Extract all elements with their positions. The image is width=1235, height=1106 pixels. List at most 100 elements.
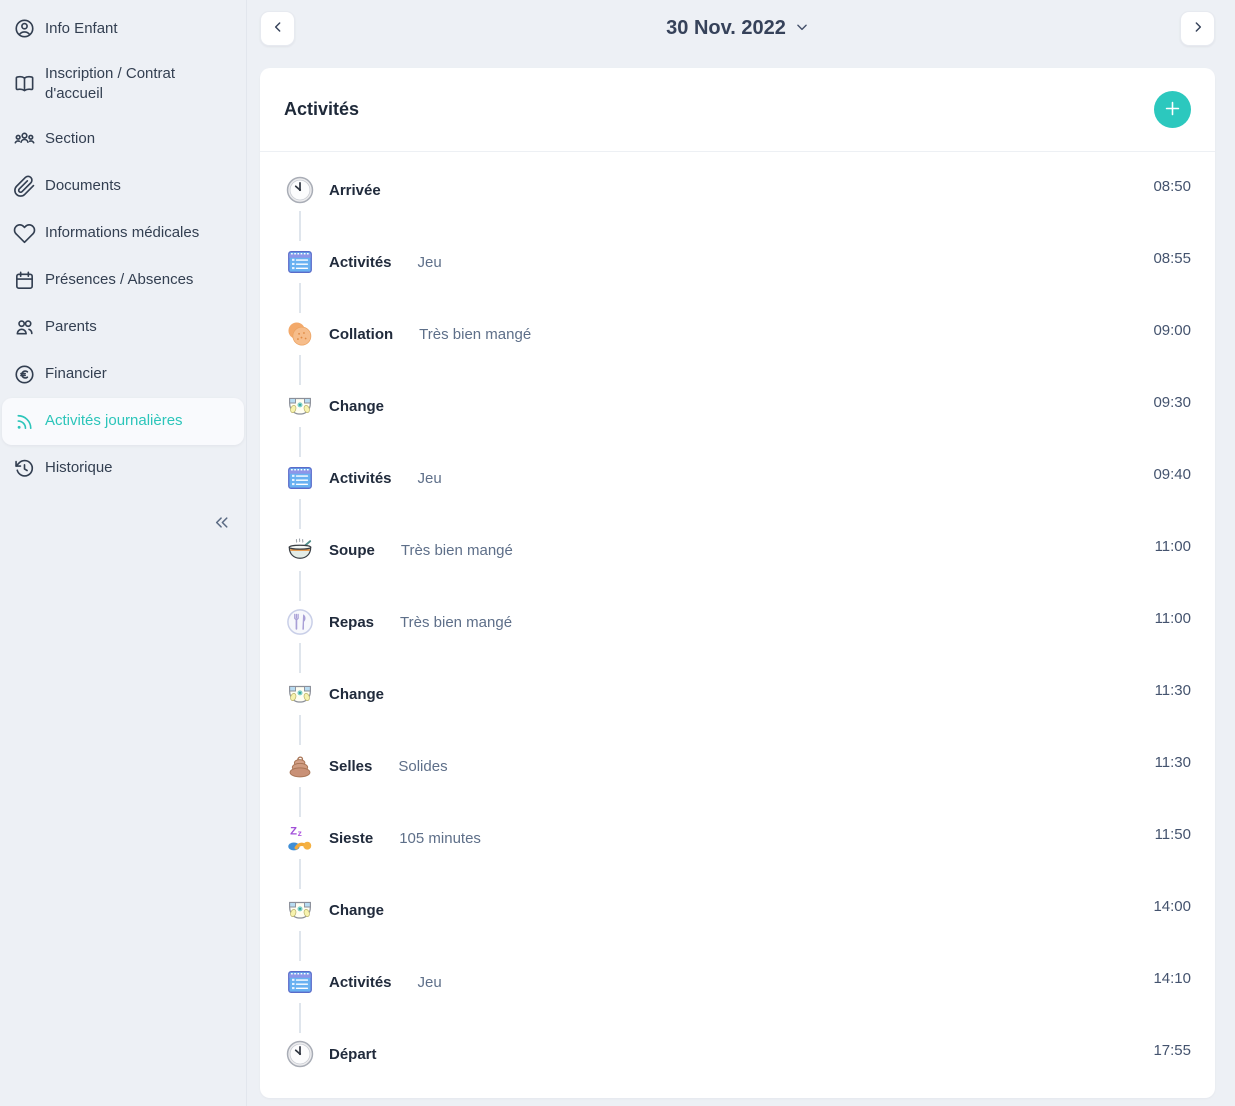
sidebar-nav: Info Enfant Inscription / Contrat d'accue… <box>0 5 246 492</box>
activity-time: 11:00 <box>1155 610 1191 627</box>
sidebar-item-info-enfant[interactable]: Info Enfant <box>2 5 244 52</box>
activity-label: Change <box>329 902 384 919</box>
activity-label: Sieste <box>329 830 373 847</box>
activity-label: Repas <box>329 614 374 631</box>
activity-row-selles[interactable]: Selles Solides 11:30 <box>284 730 1191 802</box>
activity-time: 11:30 <box>1155 754 1191 771</box>
activity-list-icon <box>284 966 316 998</box>
activity-time: 09:40 <box>1153 466 1191 483</box>
plus-icon <box>1163 99 1182 121</box>
main-content: 30 Nov. 2022 Activités Arrivé <box>247 0 1235 1106</box>
sidebar-item-activites-journalieres[interactable]: Activités journalières <box>2 398 244 445</box>
activity-time: 17:55 <box>1153 1042 1191 1059</box>
activities-card-header: Activités <box>260 68 1215 152</box>
activity-row-change[interactable]: Change 09:30 <box>284 370 1191 442</box>
sleep-icon: Zz <box>284 822 316 854</box>
sidebar-item-label: Financier <box>45 364 107 384</box>
chevron-right-icon <box>1190 19 1206 38</box>
activity-time: 11:00 <box>1155 538 1191 555</box>
activity-row-activites[interactable]: ActivitésJeu09:40 <box>284 442 1191 514</box>
chevron-down-icon <box>795 17 809 40</box>
sidebar-item-label: Info Enfant <box>45 19 118 39</box>
activity-row-change[interactable]: Change 11:30 <box>284 658 1191 730</box>
activity-label: Collation <box>329 326 393 343</box>
diaper-icon <box>284 894 316 926</box>
svg-text:z: z <box>298 828 302 838</box>
activity-detail: Jeu <box>418 470 442 487</box>
euro-circle-icon <box>13 363 36 386</box>
activity-time: 11:30 <box>1155 682 1191 699</box>
activity-detail: 105 minutes <box>399 830 481 847</box>
sidebar-item-parents[interactable]: Parents <box>2 304 244 351</box>
rss-icon <box>13 410 36 433</box>
sidebar-item-documents[interactable]: Documents <box>2 163 244 210</box>
activity-label: Change <box>329 686 384 703</box>
sidebar-item-informations-medicales[interactable]: Informations médicales <box>2 210 244 257</box>
sidebar-item-label: Informations médicales <box>45 223 199 243</box>
activity-row-collation[interactable]: CollationTrès bien mangé09:00 <box>284 298 1191 370</box>
diaper-icon <box>284 390 316 422</box>
diaper-icon <box>284 678 316 710</box>
calendar-icon <box>13 269 36 292</box>
activity-row-activites[interactable]: ActivitésJeu08:55 <box>284 226 1191 298</box>
clock-icon <box>284 1038 316 1070</box>
soup-icon <box>284 534 316 566</box>
activity-detail: Très bien mangé <box>401 542 513 559</box>
chevrons-left-icon <box>211 512 232 538</box>
activity-time: 09:30 <box>1153 394 1191 411</box>
date-navigation: 30 Nov. 2022 <box>260 10 1215 46</box>
sidebar-item-label: Parents <box>45 317 97 337</box>
svg-text:Z: Z <box>290 826 297 838</box>
activity-detail: Solides <box>398 758 447 775</box>
sidebar-item-label: Inscription / Contrat d'accueil <box>45 64 234 104</box>
meal-icon <box>284 606 316 638</box>
activity-list-icon <box>284 246 316 278</box>
sidebar-collapse-button[interactable] <box>0 506 246 544</box>
book-open-icon <box>13 72 36 95</box>
add-activity-button[interactable] <box>1154 91 1191 128</box>
activity-row-change[interactable]: Change 14:00 <box>284 874 1191 946</box>
cookie-icon <box>284 318 316 350</box>
activity-row-arrivee[interactable]: Arrivée08:50 <box>284 154 1191 226</box>
activity-label: Activités <box>329 974 392 991</box>
activity-time: 11:50 <box>1155 826 1191 843</box>
activity-label: Change <box>329 398 384 415</box>
activity-row-soupe[interactable]: Soupe Très bien mangé 11:00 <box>284 514 1191 586</box>
parents-icon <box>13 316 36 339</box>
chevron-left-icon <box>270 19 286 38</box>
poop-icon <box>284 750 316 782</box>
next-day-button[interactable] <box>1180 11 1215 46</box>
activity-row-depart[interactable]: Départ 17:55 <box>284 1018 1191 1090</box>
activity-label: Selles <box>329 758 372 775</box>
activity-label: Départ <box>329 1046 377 1063</box>
people-group-icon <box>13 128 36 151</box>
sidebar-item-historique[interactable]: Historique <box>2 445 244 492</box>
sidebar-item-inscription-contrat-d-accueil[interactable]: Inscription / Contrat d'accueil <box>2 52 244 116</box>
card-title: Activités <box>284 99 359 120</box>
sidebar-item-presences-absences[interactable]: Présences / Absences <box>2 257 244 304</box>
sidebar-item-financier[interactable]: Financier <box>2 351 244 398</box>
activity-row-repas[interactable]: RepasTrès bien mangé11:00 <box>284 586 1191 658</box>
activity-row-sieste[interactable]: Zz Sieste 105 minutes 11:50 <box>284 802 1191 874</box>
activity-label: Activités <box>329 254 392 271</box>
heart-icon <box>13 222 36 245</box>
sidebar-item-label: Présences / Absences <box>45 270 193 290</box>
sidebar-item-label: Documents <box>45 176 121 196</box>
activity-time: 14:10 <box>1153 970 1191 987</box>
activity-time: 08:50 <box>1153 178 1191 195</box>
activity-detail: Très bien mangé <box>419 326 531 343</box>
sidebar-item-section[interactable]: Section <box>2 116 244 163</box>
activity-row-activites[interactable]: Activités Jeu 14:10 <box>284 946 1191 1018</box>
current-date: 30 Nov. 2022 <box>666 17 786 40</box>
sidebar-item-label: Activités journalières <box>45 411 183 431</box>
activity-list-icon <box>284 462 316 494</box>
activity-time: 08:55 <box>1153 250 1191 267</box>
activity-time: 14:00 <box>1153 898 1191 915</box>
activity-label: Soupe <box>329 542 375 559</box>
activity-detail: Jeu <box>418 974 442 991</box>
sidebar: Info Enfant Inscription / Contrat d'accue… <box>0 0 247 1106</box>
date-selector[interactable]: 30 Nov. 2022 <box>666 17 809 40</box>
activities-card: Activités Arrivée08:50ActivitésJeu08:55C… <box>260 68 1215 1098</box>
user-circle-icon <box>13 17 36 40</box>
prev-day-button[interactable] <box>260 11 295 46</box>
